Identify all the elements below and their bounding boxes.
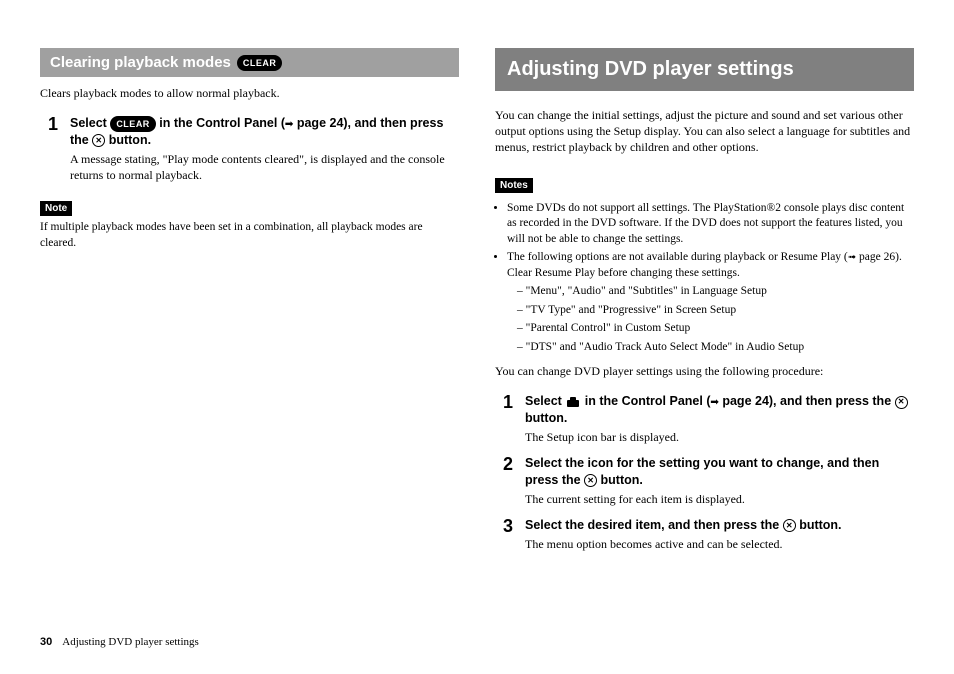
page-number: 30: [40, 636, 52, 648]
right-column: Adjusting DVD player settings You can ch…: [495, 48, 914, 644]
left-step-1: 1 Select CLEAR in the Control Panel (➟ p…: [48, 115, 459, 183]
section-title: Clearing playback modes: [50, 54, 231, 71]
right-step-2: 2 Select the icon for the setting you wa…: [503, 455, 914, 507]
step-description: The current setting for each item is dis…: [525, 491, 914, 507]
note-subitem: "DTS" and "Audio Track Auto Select Mode"…: [517, 340, 914, 356]
step-title: Select the icon for the setting you want…: [525, 455, 914, 489]
note-subitem: "Menu", "Audio" and "Subtitles" in Langu…: [517, 284, 914, 300]
clear-badge-icon: CLEAR: [237, 55, 283, 71]
note-bullet: Some DVDs do not support all settings. T…: [507, 201, 914, 248]
footer-title: Adjusting DVD player settings: [62, 636, 199, 648]
manual-page: Clearing playback modes CLEAR Clears pla…: [0, 0, 954, 674]
note-bullet: The following options are not available …: [507, 250, 914, 355]
arrow-icon: ➟: [710, 397, 718, 408]
intro-text: You can change the initial settings, adj…: [495, 107, 914, 156]
procedure-intro: You can change DVD player settings using…: [495, 363, 914, 379]
note-text: If multiple playback modes have been set…: [40, 220, 459, 251]
page-footer: 30 Adjusting DVD player settings: [40, 636, 199, 648]
step-title: Select in the Control Panel (➟ page 24),…: [525, 393, 914, 427]
section-header-clearing: Clearing playback modes CLEAR: [40, 48, 459, 77]
x-button-icon: ✕: [92, 134, 105, 147]
step-title: Select CLEAR in the Control Panel (➟ pag…: [70, 115, 459, 149]
step-number: 1: [48, 115, 62, 183]
step-number: 3: [503, 517, 517, 552]
step-description: The menu option becomes active and can b…: [525, 536, 914, 552]
step-number: 1: [503, 393, 517, 445]
step-description: The Setup icon bar is displayed.: [525, 429, 914, 445]
step-number: 2: [503, 455, 517, 507]
note-subitem: "Parental Control" in Custom Setup: [517, 321, 914, 337]
notes-sublist: "Menu", "Audio" and "Subtitles" in Langu…: [507, 284, 914, 355]
arrow-icon: ➟: [848, 252, 856, 263]
x-button-icon: ✕: [783, 519, 796, 532]
note-label: Note: [40, 201, 72, 216]
step-description: A message stating, "Play mode contents c…: [70, 151, 459, 183]
step-title: Select the desired item, and then press …: [525, 517, 914, 534]
right-step-1: 1 Select in the Control Panel (➟ page 24…: [503, 393, 914, 445]
x-button-icon: ✕: [584, 474, 597, 487]
note-subitem: "TV Type" and "Progressive" in Screen Se…: [517, 303, 914, 319]
intro-text: Clears playback modes to allow normal pl…: [40, 85, 459, 101]
main-title: Adjusting DVD player settings: [495, 48, 914, 91]
left-column: Clearing playback modes CLEAR Clears pla…: [40, 48, 459, 644]
notes-list: Some DVDs do not support all settings. T…: [495, 201, 914, 356]
setup-icon: [565, 396, 581, 408]
notes-label: Notes: [495, 178, 533, 193]
right-step-3: 3 Select the desired item, and then pres…: [503, 517, 914, 552]
clear-badge-icon: CLEAR: [110, 116, 156, 132]
x-button-icon: ✕: [895, 396, 908, 409]
